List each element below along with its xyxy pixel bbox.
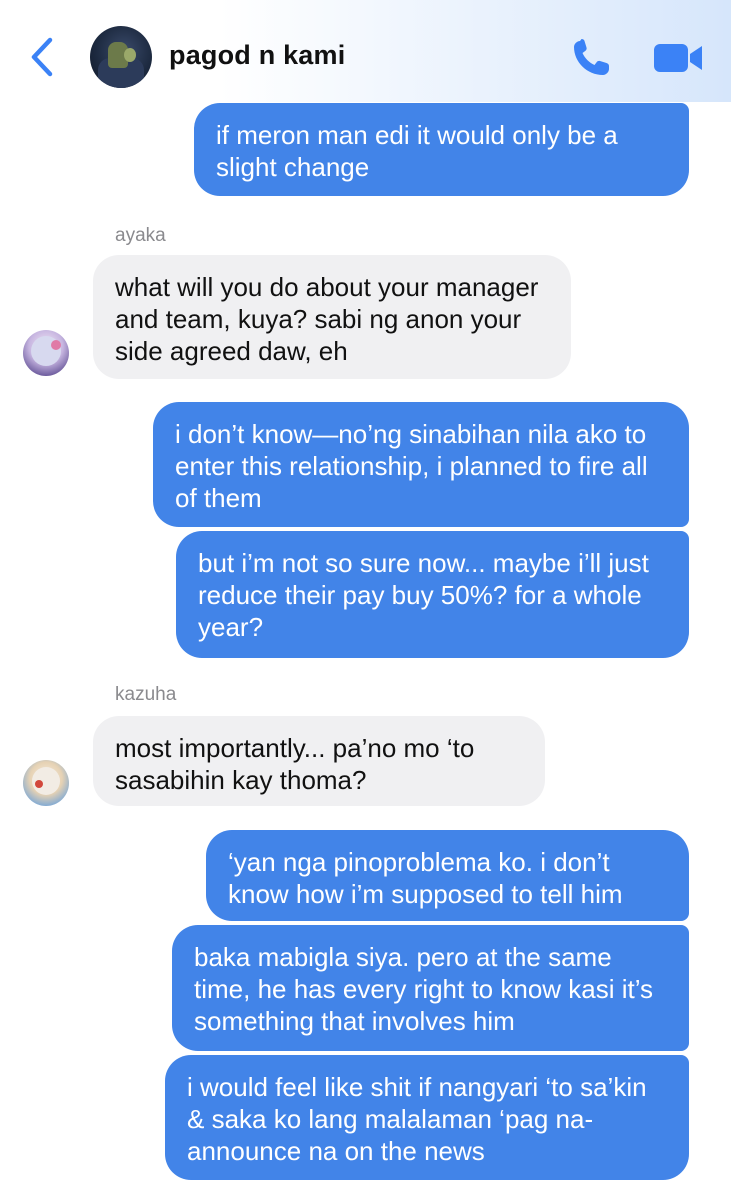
incoming-message[interactable]: most importantly... pa’no mo ‘to sasabih… (93, 716, 545, 806)
phone-icon[interactable] (570, 38, 614, 78)
sender-name: ayaka (115, 225, 166, 246)
avatar-shape (51, 340, 61, 350)
chat-title[interactable]: pagod n kami (169, 40, 345, 71)
group-avatar[interactable] (90, 26, 152, 88)
outgoing-message[interactable]: ‘yan nga pinoproblema ko. i don’t know h… (206, 830, 689, 921)
incoming-message[interactable]: what will you do about your manager and … (93, 255, 571, 379)
outgoing-message[interactable]: if meron man edi it would only be a slig… (194, 103, 689, 196)
outgoing-message[interactable]: i don’t know—no’ng sinabihan nila ako to… (153, 402, 689, 527)
sender-avatar[interactable] (23, 760, 69, 806)
video-camera-icon[interactable] (652, 40, 704, 76)
avatar-shape (35, 780, 43, 788)
chat-header: pagod n kami (0, 0, 731, 102)
outgoing-message[interactable]: baka mabigla siya. pero at the same time… (172, 925, 689, 1051)
outgoing-message[interactable]: but i’m not so sure now... maybe i’ll ju… (176, 531, 689, 658)
outgoing-message[interactable]: i would feel like shit if nangyari ‘to s… (165, 1055, 689, 1180)
avatar-figure (124, 48, 136, 62)
sender-name: kazuha (115, 684, 177, 705)
sender-avatar[interactable] (23, 330, 69, 376)
chevron-left-icon[interactable] (28, 36, 58, 78)
